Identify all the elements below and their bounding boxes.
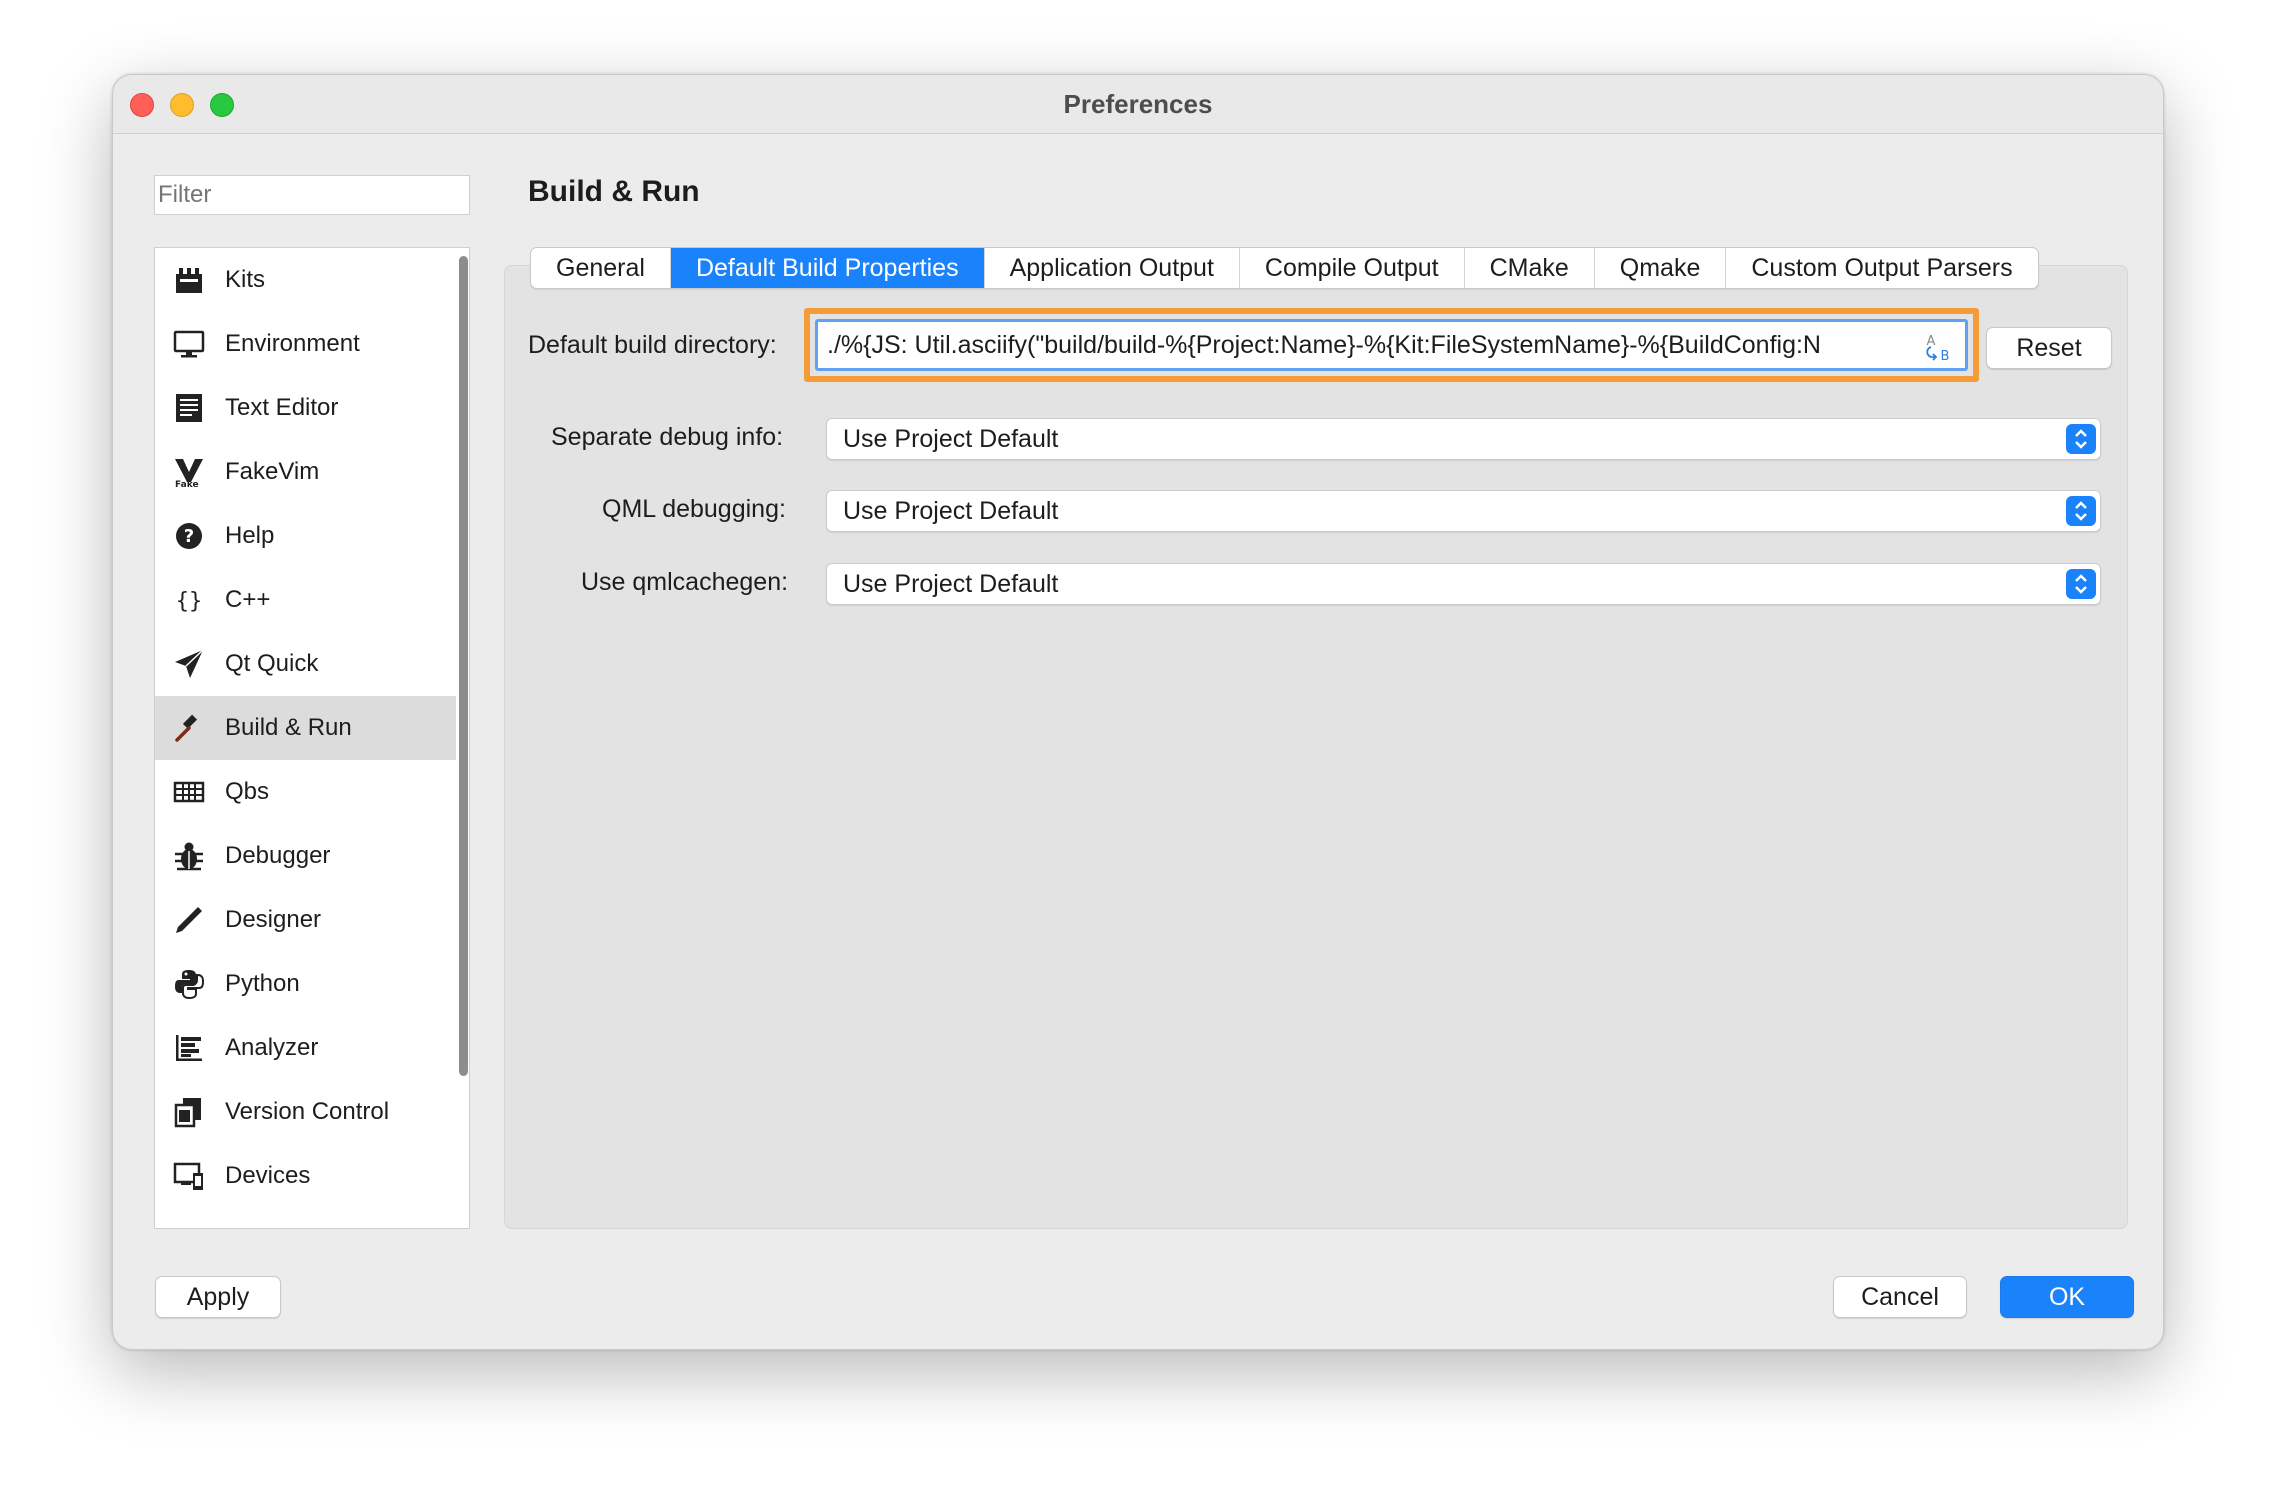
tab-general[interactable]: General [531, 248, 671, 288]
filter-input[interactable] [154, 175, 470, 215]
sidebar-item-help[interactable]: ? Help [155, 504, 456, 568]
devices-icon [173, 1162, 203, 1190]
sidebar-item-label: Python [225, 970, 300, 997]
sidebar-item-label: Debugger [225, 842, 331, 869]
build-directory-input[interactable]: ./%{JS: Util.asciify("build/build-%{Proj… [815, 319, 1968, 371]
sidebar-item-label: Qbs [225, 778, 270, 805]
kits-icon [176, 268, 202, 293]
separate-debug-info-value: Use Project Default [843, 425, 1059, 453]
qml-debugging-select[interactable]: Use Project Default [826, 490, 2101, 532]
sidebar-item-label: Environment [225, 330, 360, 357]
updown-chevron-icon [2066, 496, 2096, 526]
sidebar-item-label: Help [225, 522, 275, 549]
sidebar-item-label: Text Editor [225, 394, 339, 421]
qbs-icon [173, 781, 205, 803]
analyzer-icon [176, 1035, 202, 1061]
apply-button[interactable]: Apply [155, 1276, 281, 1318]
sidebar-item-build-run[interactable]: Build & Run [155, 696, 456, 760]
reset-button[interactable]: Reset [1986, 327, 2112, 369]
tab-cmake[interactable]: CMake [1465, 248, 1595, 288]
help-icon: ? [176, 523, 202, 549]
qmlcachegen-label: Use qmlcachegen: [581, 568, 789, 596]
page-title: Build & Run [528, 175, 700, 208]
monitor-icon [173, 330, 205, 358]
hammer-icon [175, 714, 198, 742]
preferences-window: Preferences Kits Environment [112, 74, 2164, 1350]
sidebar-item-label: Qt Quick [225, 650, 319, 677]
tab-bar: General Default Build Properties Applica… [530, 247, 2039, 289]
sidebar-item-label: C++ [225, 586, 271, 613]
bug-icon [175, 842, 203, 871]
fakevim-icon: Fake [175, 459, 203, 488]
window-title: Preferences [1063, 89, 1213, 119]
updown-chevron-icon [2066, 424, 2096, 454]
svg-text:B: B [1941, 349, 1950, 363]
sidebar-item-environment[interactable]: Environment [155, 312, 456, 376]
tab-application-output[interactable]: Application Output [985, 248, 1240, 288]
tab-compile-output[interactable]: Compile Output [1240, 248, 1465, 288]
tab-custom-output-parsers[interactable]: Custom Output Parsers [1726, 248, 2037, 288]
sidebar-item-version-control[interactable]: Version Control [155, 1080, 456, 1144]
sidebar-item-python[interactable]: Python [155, 952, 456, 1016]
paper-plane-icon [175, 649, 204, 678]
qml-debugging-label: QML debugging: [602, 495, 786, 523]
sidebar-item-label: Kits [225, 266, 266, 293]
svg-text:Fake: Fake [175, 480, 199, 488]
separate-debug-info-label: Separate debug info: [551, 423, 784, 451]
updown-chevron-icon [2066, 569, 2096, 599]
title-bar: Preferences [113, 75, 2163, 134]
sidebar-item-label: Version Control [225, 1098, 390, 1125]
sidebar-item-label: FakeVim [225, 458, 320, 485]
svg-text:A: A [1927, 334, 1936, 349]
sidebar-item-qt-quick[interactable]: Qt Quick [155, 632, 456, 696]
pencil-icon [176, 907, 202, 933]
qmlcachegen-select[interactable]: Use Project Default [826, 563, 2101, 605]
sidebar-item-fakevim[interactable]: Fake FakeVim [155, 440, 456, 504]
sidebar-item-label: Build & Run [225, 714, 352, 741]
sidebar-item-designer[interactable]: Designer [155, 888, 456, 952]
svg-text:?: ? [184, 526, 194, 547]
tab-qmake[interactable]: Qmake [1595, 248, 1727, 288]
text-editor-icon [176, 394, 202, 422]
build-directory-label: Default build directory: [528, 331, 777, 359]
sidebar-item-debugger[interactable]: Debugger [155, 824, 456, 888]
cancel-button[interactable]: Cancel [1833, 1276, 1967, 1318]
sidebar-item-devices[interactable]: Devices [155, 1144, 456, 1208]
sidebar-item-kits[interactable]: Kits [155, 248, 456, 312]
sidebar-item-qbs[interactable]: Qbs [155, 760, 456, 824]
braces-icon: {} [176, 589, 203, 614]
qmlcachegen-value: Use Project Default [843, 570, 1059, 598]
separate-debug-info-select[interactable]: Use Project Default [826, 418, 2101, 460]
tab-default-build-properties[interactable]: Default Build Properties [670, 248, 985, 288]
ok-button[interactable]: OK [2000, 1276, 2134, 1318]
python-icon [175, 970, 205, 1000]
qml-debugging-value: Use Project Default [843, 497, 1059, 525]
sidebar-item-label: Devices [225, 1162, 311, 1189]
build-directory-value: ./%{JS: Util.asciify("build/build-%{Proj… [827, 331, 1821, 359]
sidebar-item-analyzer[interactable]: Analyzer [155, 1016, 456, 1080]
sidebar-item-label: Analyzer [225, 1034, 319, 1061]
sidebar-item-cpp[interactable]: {} C++ [155, 568, 456, 632]
variable-chooser-icon[interactable]: A B [1923, 331, 1955, 363]
category-list[interactable]: Kits Environment Text Editor Fake FakeVi… [154, 247, 470, 1229]
sidebar-item-text-editor[interactable]: Text Editor [155, 376, 456, 440]
settings-pane [504, 265, 2128, 1229]
svg-text:{}: {} [176, 589, 203, 614]
sidebar-item-label: Designer [225, 906, 322, 933]
sidebar-scrollbar[interactable] [459, 256, 468, 1076]
version-control-icon [174, 1098, 201, 1128]
